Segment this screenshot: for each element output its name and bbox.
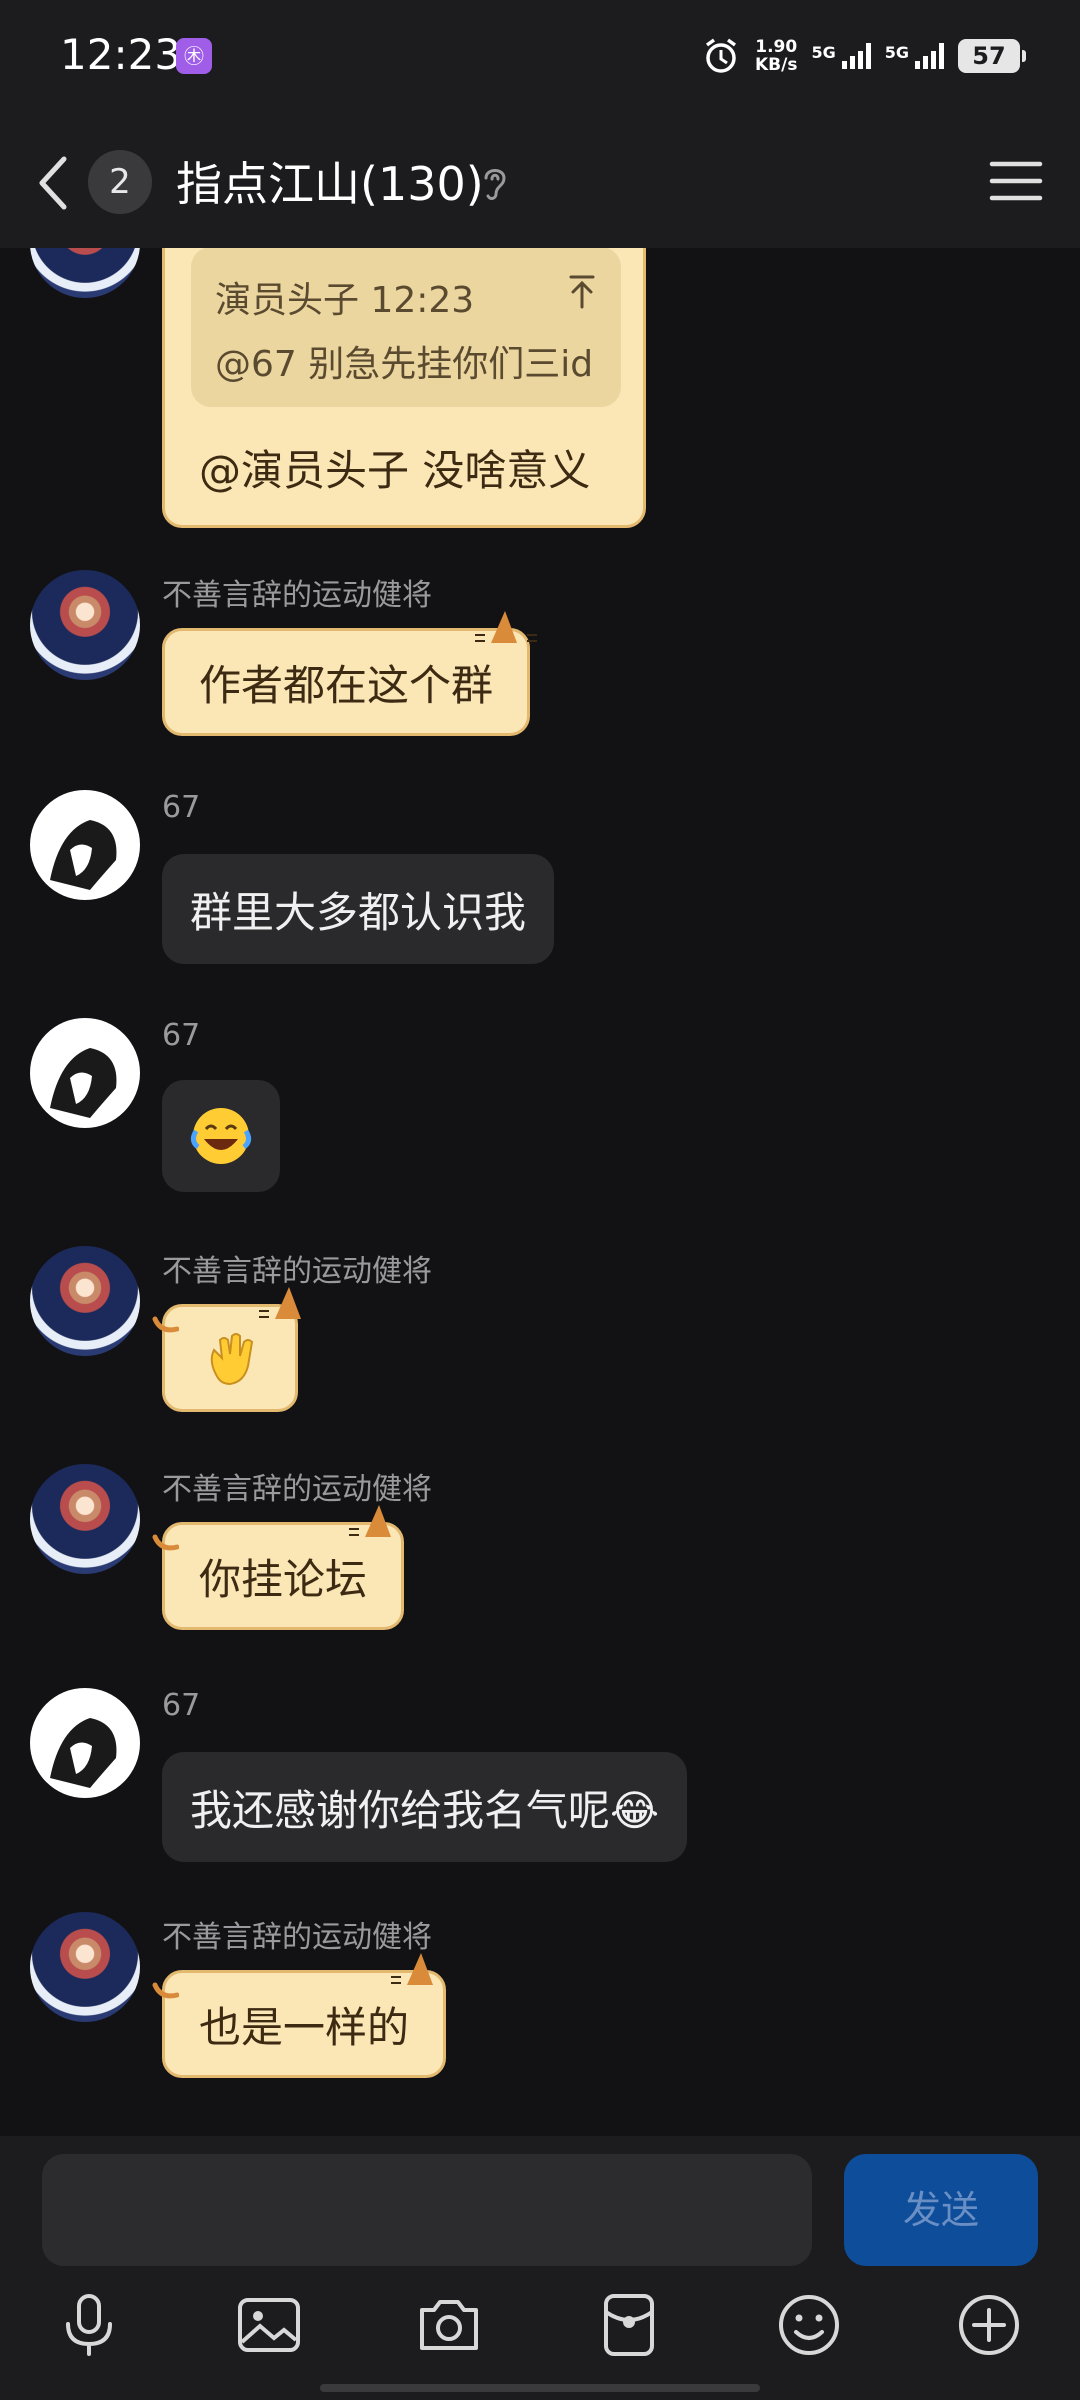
battery-indicator: 57 [958, 39, 1026, 73]
sender-name: 67 [162, 1018, 201, 1053]
message-item: 67 群里大多都认识我 [0, 790, 1080, 990]
message-bubble[interactable] [162, 1080, 280, 1192]
speed-unit: KB/s [755, 55, 798, 75]
avatar[interactable] [30, 1018, 140, 1128]
back-chevron-icon[interactable] [30, 153, 74, 213]
cat-ear-decoration-icon [259, 1287, 301, 1319]
quoted-text: @67 别急先挂你们三id [215, 344, 594, 385]
avatar-portrait-icon [50, 1718, 117, 1788]
net-type-2: 5G [884, 43, 909, 62]
emoji-icon[interactable] [774, 2290, 844, 2360]
message-item: 不善言辞的运动健将 也是一样的 [0, 1912, 1080, 2112]
laughing-crying-emoji-icon [190, 1108, 252, 1164]
message-text: 你挂论坛 [199, 1554, 368, 1604]
cat-tail-decoration-icon [152, 1534, 179, 1551]
waving-hand-emoji-icon [210, 1333, 254, 1386]
chat-header [0, 115, 1080, 248]
plus-icon[interactable] [954, 2290, 1024, 2360]
message-bubble[interactable]: 你挂论坛 [152, 1505, 405, 1630]
app-notification-icon: ㊍ [176, 38, 212, 74]
avatar[interactable] [30, 1688, 140, 1798]
status-time: 12:23 [60, 30, 182, 79]
cat-ear-decoration-icon [475, 611, 538, 643]
message-bubble[interactable]: 作者都在这个群 [162, 611, 538, 736]
avatar[interactable] [30, 248, 140, 298]
message-bubble[interactable]: 群里大多都认识我 [162, 854, 555, 964]
unread-count-badge[interactable]: 2 [88, 150, 152, 214]
net-type-1: 5G [811, 43, 836, 62]
cat-tail-decoration-icon [152, 1982, 179, 1999]
image-icon[interactable] [234, 2290, 304, 2360]
message-item: 67 [0, 1018, 1080, 1218]
speed-value: 1.90 [755, 37, 798, 57]
quoted-sender-time: 演员头子 12:23 [215, 280, 475, 321]
message-item: 不善言辞的运动健将 你挂论坛 [0, 1464, 1080, 1664]
avatar[interactable] [30, 1912, 140, 2022]
avatar[interactable] [30, 790, 140, 900]
jump-to-quote-icon[interactable] [567, 273, 597, 309]
hamburger-menu-icon[interactable] [988, 158, 1044, 204]
message-item: 不善言辞的运动健将 作者都在这个群 [0, 570, 1080, 760]
sender-name: 不善言辞的运动健将 [162, 578, 432, 613]
avatar[interactable] [30, 1464, 140, 1574]
microphone-icon[interactable] [54, 2290, 124, 2360]
red-packet-icon[interactable] [594, 2290, 664, 2360]
signal-1: 5G [811, 43, 871, 69]
message-text: 我还感谢你给我名气呢😂 [190, 1785, 660, 1835]
status-bar: 12:23 ㊍ 1.90 KB/s 5G 5G 57 [0, 0, 1080, 115]
composer-bar: 发送 [0, 2136, 1080, 2400]
message-bubble[interactable]: 我还感谢你给我名气呢😂 [162, 1752, 688, 1862]
cat-tail-decoration-icon [152, 1316, 179, 1333]
message-bubble[interactable] [152, 1287, 301, 1412]
message-bubble[interactable]: 演员头子 12:23 @67 别急先挂你们三id @演员头子 没啥意义 [162, 248, 646, 528]
message-item: 演员头子 12:23 @67 别急先挂你们三id @演员头子 没啥意义 [0, 248, 1080, 548]
group-title[interactable]: 指点江山(130) [176, 148, 484, 214]
status-right: 1.90 KB/s 5G 5G 57 [701, 34, 1026, 78]
message-item: 不善言辞的运动健将 [0, 1246, 1080, 1446]
message-list[interactable]: 演员头子 12:23 @67 别急先挂你们三id @演员头子 没啥意义 不善言辞… [0, 248, 1080, 2136]
message-item: 67 我还感谢你给我名气呢😂 [0, 1688, 1080, 1888]
message-text: 作者都在这个群 [199, 660, 494, 710]
message-text: 也是一样的 [199, 2002, 410, 2052]
message-bubble[interactable]: 也是一样的 [152, 1953, 447, 2078]
sender-name: 67 [162, 1688, 201, 1723]
signal-bars-icon [841, 43, 871, 69]
avatar[interactable] [30, 570, 140, 680]
message-text: @演员头子 没啥意义 [199, 446, 591, 495]
network-speed: 1.90 KB/s [755, 38, 797, 74]
quoted-message[interactable]: 演员头子 12:23 @67 别急先挂你们三id [191, 248, 621, 407]
cat-ear-decoration-icon [349, 1505, 392, 1537]
sender-name: 67 [162, 790, 201, 825]
message-input[interactable] [42, 2154, 812, 2266]
signal-bars-icon [915, 43, 944, 69]
earpiece-icon [484, 169, 506, 200]
home-indicator [320, 2384, 760, 2392]
avatar-portrait-icon [50, 1048, 117, 1118]
avatar[interactable] [30, 1246, 140, 1356]
send-button[interactable]: 发送 [844, 2154, 1038, 2266]
avatar-portrait-icon [50, 820, 117, 890]
cat-ear-decoration-icon [391, 1953, 434, 1985]
camera-icon[interactable] [414, 2290, 484, 2360]
signal-2: 5G [885, 43, 944, 69]
alarm-icon [705, 38, 737, 73]
message-text: 群里大多都认识我 [190, 887, 527, 937]
